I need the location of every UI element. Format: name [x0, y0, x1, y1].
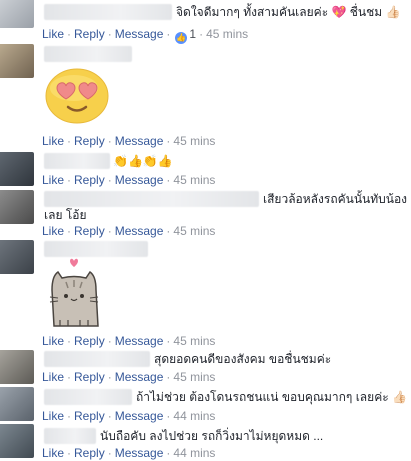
pusheen-cat-sticker [44, 258, 104, 328]
commenter-name-redacted[interactable] [44, 241, 148, 257]
like-button[interactable]: Like [42, 27, 64, 41]
comment-text: นับถือคับ ลงไปช่วย รถก็วิ่งมาไม่หยุดหมด … [100, 429, 324, 443]
like-reaction-icon[interactable]: 👍 [175, 32, 188, 44]
comment-text: ถ้าไม่ช่วย ต้องโดนรถชนแน่ ขอบคุณมากๆ เลย… [136, 390, 407, 404]
comment-actions: Like · Reply · Message · 45 mins [42, 224, 216, 238]
timestamp[interactable]: 45 mins [173, 224, 215, 238]
avatar[interactable] [0, 240, 34, 274]
timestamp[interactable]: 45 mins [173, 370, 215, 384]
comment-actions: Like · Reply · Message · 44 mins [42, 446, 216, 460]
comment-actions: Like · Reply · Message · 👍 1 · 45 mins [42, 27, 249, 44]
comment-actions: Like · Reply · Message · 45 mins [42, 370, 216, 384]
comment-text: จิดใจดีมากๆ ทั้งสามคันเลยค่ะ 💖 ชื่นชม 👍🏻 [176, 5, 401, 19]
reaction-count[interactable]: 1 [189, 27, 196, 41]
comment-actions: Like · Reply · Message · 44 mins [42, 409, 216, 423]
message-button[interactable]: Message [115, 134, 164, 148]
commenter-name-redacted[interactable] [44, 191, 259, 207]
message-button[interactable]: Message [115, 334, 164, 348]
commenter-name-redacted[interactable] [44, 4, 172, 20]
commenter-name-redacted[interactable] [44, 46, 132, 62]
heart-eyes-emoji-sticker [44, 66, 110, 124]
commenter-name-redacted[interactable] [44, 153, 110, 169]
message-button[interactable]: Message [115, 409, 164, 423]
message-button[interactable]: Message [115, 224, 164, 238]
like-button[interactable]: Like [42, 334, 64, 348]
like-button[interactable]: Like [42, 224, 64, 238]
like-button[interactable]: Like [42, 446, 64, 460]
commenter-name-redacted[interactable] [44, 351, 150, 367]
avatar[interactable] [0, 350, 34, 384]
reply-button[interactable]: Reply [74, 370, 105, 384]
commenter-name-redacted[interactable] [44, 428, 96, 444]
avatar[interactable] [0, 387, 34, 421]
message-button[interactable]: Message [115, 446, 164, 460]
timestamp[interactable]: 44 mins [173, 446, 215, 460]
avatar[interactable] [0, 190, 34, 224]
reply-button[interactable]: Reply [74, 27, 105, 41]
message-button[interactable]: Message [115, 27, 164, 41]
reply-button[interactable]: Reply [74, 409, 105, 423]
comment-text: 👏👍👏👍 [113, 154, 173, 168]
commenter-name-redacted[interactable] [44, 389, 132, 405]
timestamp[interactable]: 45 mins [206, 27, 248, 41]
like-button[interactable]: Like [42, 173, 64, 187]
reply-button[interactable]: Reply [74, 334, 105, 348]
reply-button[interactable]: Reply [74, 134, 105, 148]
reply-button[interactable]: Reply [74, 446, 105, 460]
comment-text: สุดยอดคนดีของสังคม ขอชื่นชมค่ะ [154, 352, 332, 366]
reply-button[interactable]: Reply [74, 224, 105, 238]
comment-text-line-1: เสียวล้อหลังรถคันนั้นทับน้อง [263, 192, 408, 206]
comment-actions: Like · Reply · Message · 45 mins [42, 334, 216, 348]
comment-text-line-2: เลย โอ้ย [44, 208, 87, 222]
comment-actions: Like · Reply · Message · 45 mins [42, 134, 216, 148]
message-button[interactable]: Message [115, 173, 164, 187]
like-button[interactable]: Like [42, 409, 64, 423]
avatar[interactable] [0, 424, 34, 458]
timestamp[interactable]: 45 mins [173, 134, 215, 148]
timestamp[interactable]: 45 mins [173, 173, 215, 187]
like-button[interactable]: Like [42, 370, 64, 384]
comment-actions: Like · Reply · Message · 45 mins [42, 173, 216, 187]
like-button[interactable]: Like [42, 134, 64, 148]
timestamp[interactable]: 44 mins [173, 409, 215, 423]
avatar[interactable] [0, 152, 34, 186]
avatar[interactable] [0, 44, 34, 78]
timestamp[interactable]: 45 mins [173, 334, 215, 348]
avatar[interactable] [0, 0, 34, 28]
message-button[interactable]: Message [115, 370, 164, 384]
reply-button[interactable]: Reply [74, 173, 105, 187]
